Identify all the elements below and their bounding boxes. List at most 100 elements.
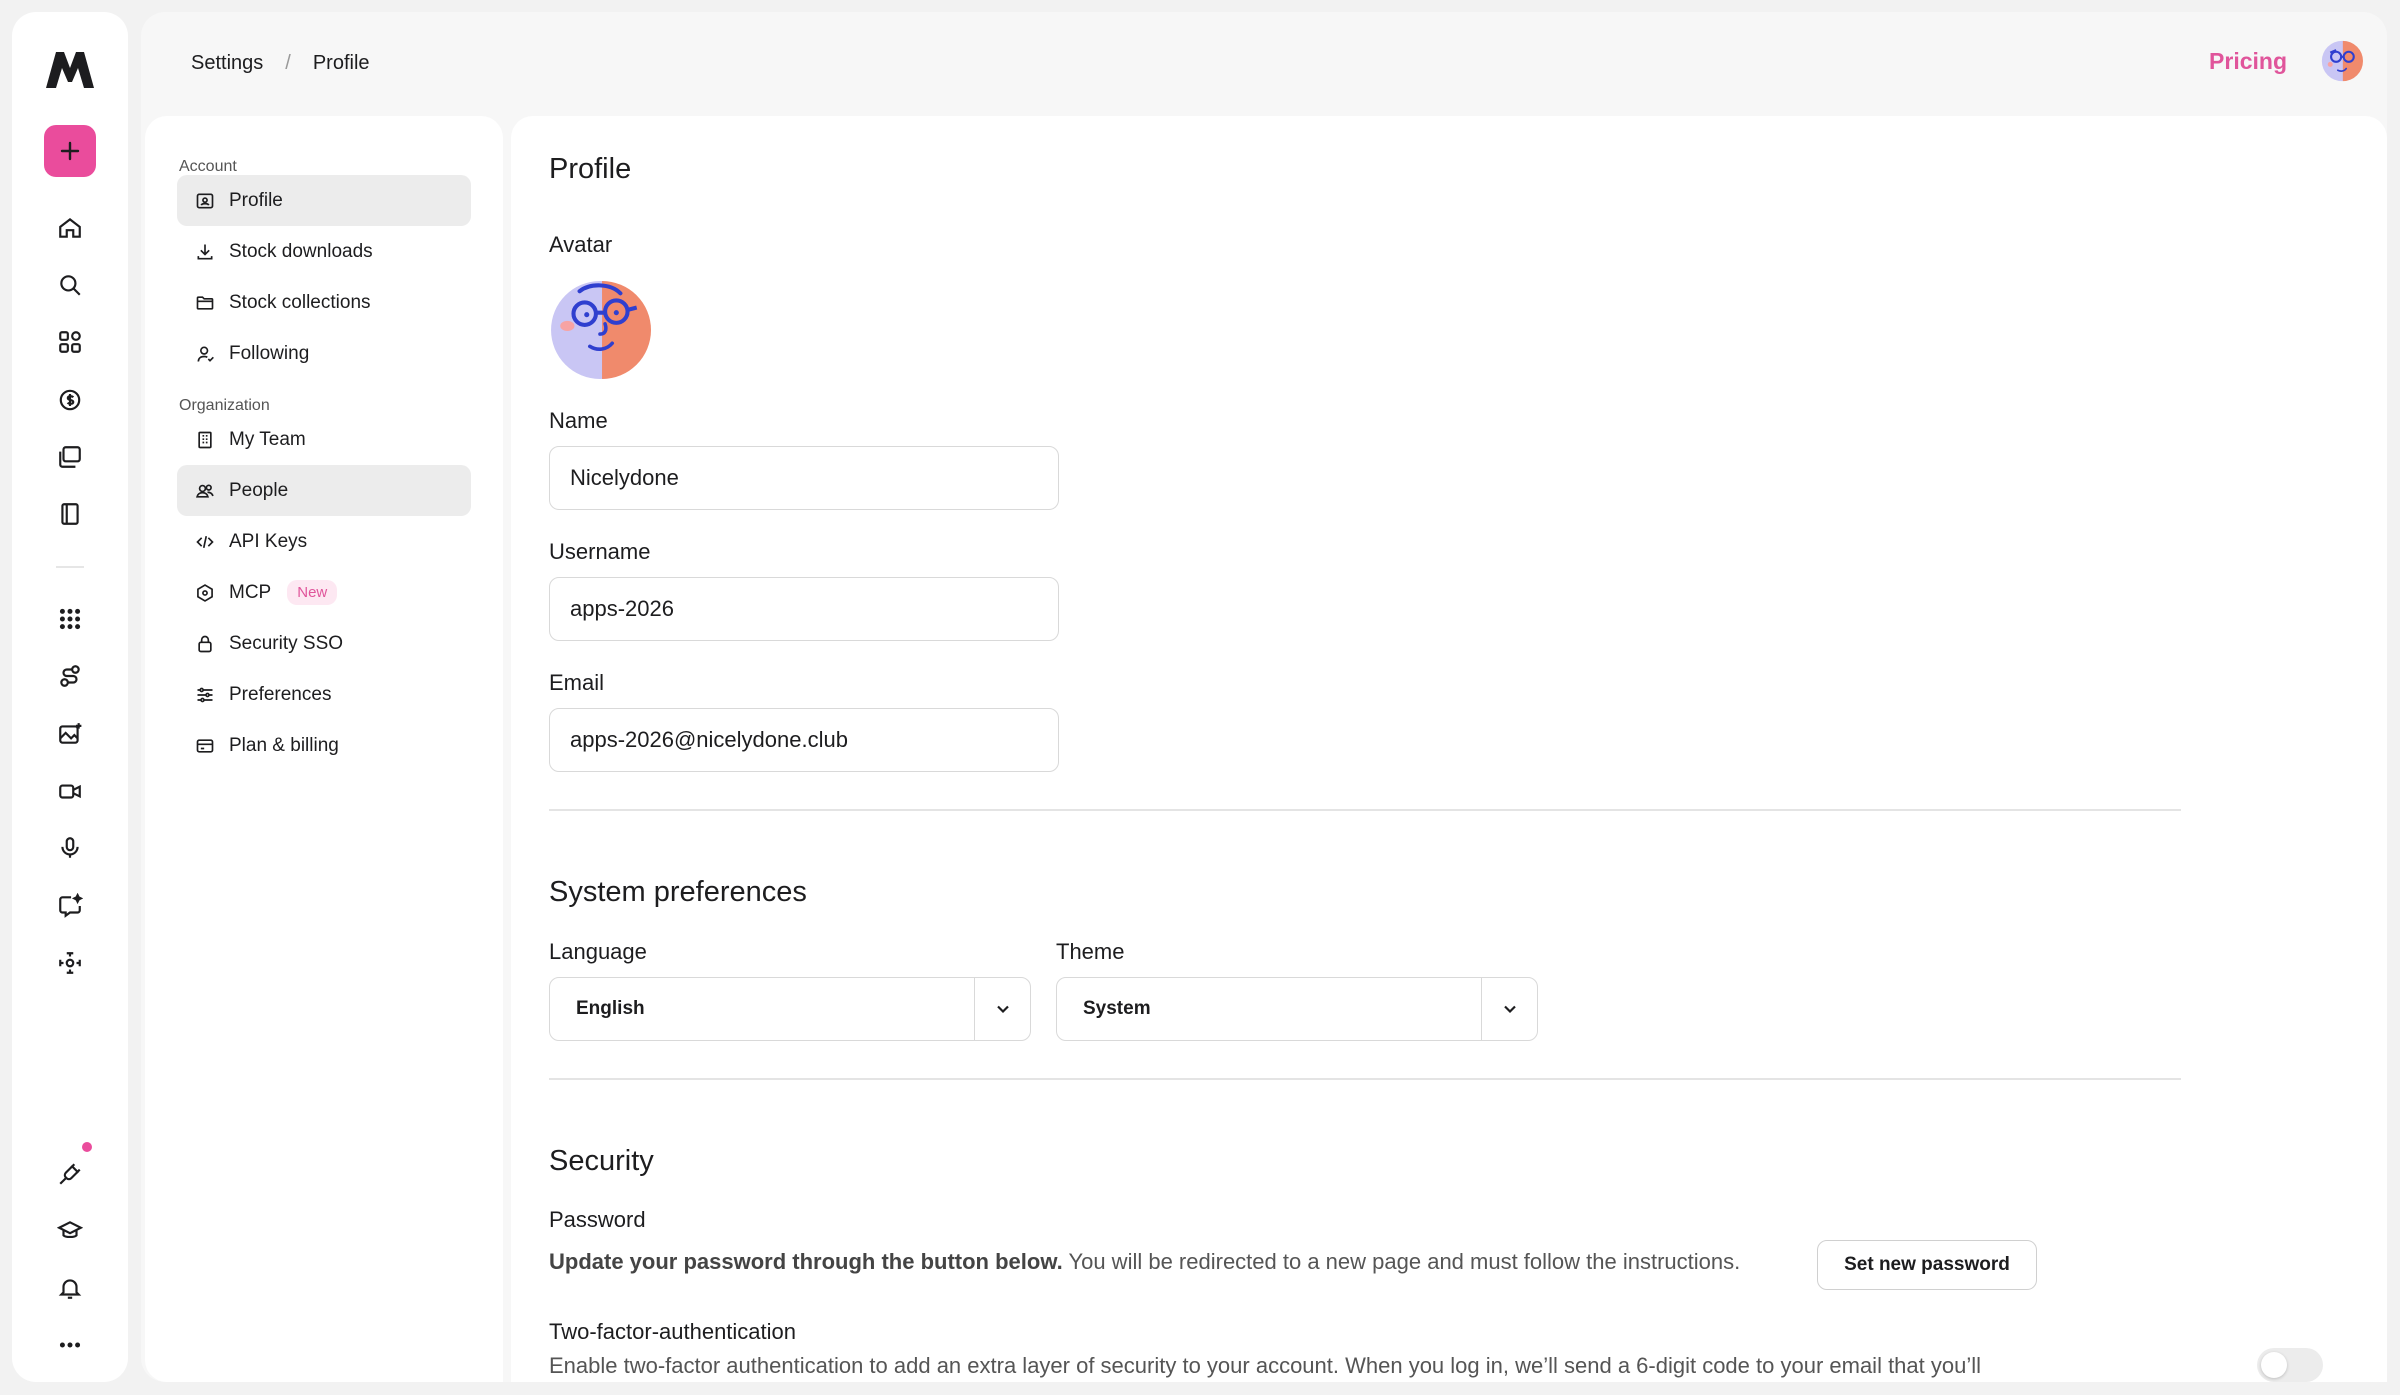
more-icon	[59, 1342, 81, 1348]
image-gen-icon	[59, 723, 82, 744]
nav-drone[interactable]	[50, 943, 90, 983]
code-icon	[196, 535, 214, 548]
logo-icon[interactable]	[42, 42, 98, 98]
language-label: Language	[549, 939, 647, 964]
nav-search[interactable]	[50, 265, 90, 305]
top-bar: Settings / Profile Pricing	[141, 12, 2387, 116]
nav-chat[interactable]	[50, 886, 90, 926]
chevron-down-icon	[996, 1005, 1009, 1014]
lock-icon	[198, 635, 212, 652]
nav-learn[interactable]	[50, 1211, 90, 1251]
settings-nav-label: Plan & billing	[229, 734, 339, 756]
email-input[interactable]	[549, 708, 1059, 772]
settings-nav-api-keys[interactable]: API Keys	[177, 516, 471, 567]
two-factor-toggle[interactable]	[2257, 1348, 2323, 1382]
hexagon-icon	[197, 583, 213, 602]
password-description-rest: You will be redirected to a new page and…	[1062, 1249, 1741, 1274]
settings-nav-label: Profile	[229, 189, 283, 211]
people-icon	[196, 483, 214, 498]
nav-all-apps[interactable]	[50, 599, 90, 639]
nav-voice[interactable]	[50, 828, 90, 868]
new-badge: New	[287, 580, 338, 605]
settings-nav-label: Security SSO	[229, 632, 344, 654]
two-factor-label: Two-factor-authentication	[549, 1319, 797, 1344]
settings-nav-label: API Keys	[229, 530, 308, 552]
language-select[interactable]: English	[549, 977, 1031, 1041]
settings-nav-label: My Team	[229, 428, 306, 450]
settings-nav-mcp[interactable]: MCP New	[177, 567, 471, 618]
language-dropdown-toggle[interactable]	[974, 978, 1030, 1040]
settings-nav: Account Profile Stock downloads Stock co…	[145, 116, 503, 1382]
settings-nav-label: Stock collections	[229, 291, 371, 313]
nav-home[interactable]	[50, 208, 90, 248]
email-label: Email	[549, 670, 605, 695]
collections-icon	[59, 446, 81, 468]
system-preferences-title: System preferences	[549, 876, 807, 908]
user-avatar[interactable]	[2321, 40, 2363, 82]
profile-avatar[interactable]	[549, 279, 651, 381]
card-icon	[196, 738, 214, 753]
theme-select[interactable]: System	[1056, 977, 1538, 1041]
connect-icon	[60, 665, 80, 687]
nav-more[interactable]	[50, 1325, 90, 1365]
dots-grid-icon	[59, 608, 81, 630]
settings-nav-label: Stock downloads	[229, 240, 373, 262]
security-title: Security	[549, 1145, 654, 1177]
chevron-down-icon	[1503, 1005, 1516, 1014]
settings-nav-following[interactable]: Following	[177, 328, 471, 379]
bell-icon	[58, 1279, 82, 1299]
nav-notifications[interactable]	[50, 1268, 90, 1308]
name-label: Name	[549, 408, 608, 433]
breadcrumb-settings[interactable]: Settings	[191, 52, 263, 75]
settings-nav-preferences[interactable]: Preferences	[177, 669, 471, 720]
avatar-label: Avatar	[549, 232, 613, 257]
nav-group-organization: Organization	[179, 397, 270, 414]
settings-nav-stock-downloads[interactable]: Stock downloads	[177, 226, 471, 277]
settings-nav-my-team[interactable]: My Team	[177, 414, 471, 465]
settings-nav-label: Preferences	[229, 683, 332, 705]
pricing-link[interactable]: Pricing	[2209, 48, 2287, 75]
breadcrumb-separator: /	[285, 52, 291, 74]
breadcrumb-profile: Profile	[312, 52, 370, 74]
name-input[interactable]	[549, 446, 1059, 510]
video-icon	[59, 784, 81, 799]
notification-dot	[82, 1142, 92, 1152]
nav-collections[interactable]	[50, 437, 90, 477]
settings-nav-stock-collections[interactable]: Stock collections	[177, 277, 471, 328]
nav-group-account: Account	[179, 158, 237, 175]
settings-nav-people[interactable]: People	[177, 465, 471, 516]
breadcrumb: Settings / Profile	[191, 52, 370, 75]
page-title: Profile	[549, 153, 632, 185]
user-follow-icon	[197, 346, 214, 362]
section-divider	[549, 1078, 2181, 1080]
stock-icon	[59, 389, 81, 411]
nav-integrations[interactable]	[50, 1154, 90, 1194]
nav-apps[interactable]	[50, 322, 90, 362]
drone-icon	[59, 952, 81, 974]
microphone-icon	[61, 837, 79, 858]
settings-nav-plan-billing[interactable]: Plan & billing	[177, 720, 471, 771]
language-value: English	[576, 998, 645, 1019]
graduation-cap-icon	[57, 1221, 83, 1239]
create-new-button[interactable]	[44, 125, 96, 177]
settings-nav-profile[interactable]: Profile	[177, 175, 471, 226]
theme-value: System	[1083, 998, 1151, 1019]
building-icon	[198, 431, 212, 448]
home-icon	[59, 217, 81, 238]
set-new-password-button[interactable]: Set new password	[1817, 1240, 2037, 1290]
settings-nav-label: Following	[229, 342, 310, 364]
nav-stock[interactable]	[50, 380, 90, 420]
nav-video[interactable]	[50, 771, 90, 811]
sliders-icon	[197, 687, 213, 702]
search-icon	[60, 275, 81, 296]
username-input[interactable]	[549, 577, 1059, 641]
nav-flows[interactable]	[50, 656, 90, 696]
theme-dropdown-toggle[interactable]	[1481, 978, 1537, 1040]
settings-nav-label: MCP	[229, 581, 272, 603]
nav-library[interactable]	[50, 494, 90, 534]
nav-image-gen[interactable]	[50, 714, 90, 754]
settings-nav-label: People	[229, 479, 289, 501]
profile-card-icon	[196, 193, 214, 208]
settings-nav-security-sso[interactable]: Security SSO	[177, 618, 471, 669]
plus-icon	[60, 141, 80, 161]
